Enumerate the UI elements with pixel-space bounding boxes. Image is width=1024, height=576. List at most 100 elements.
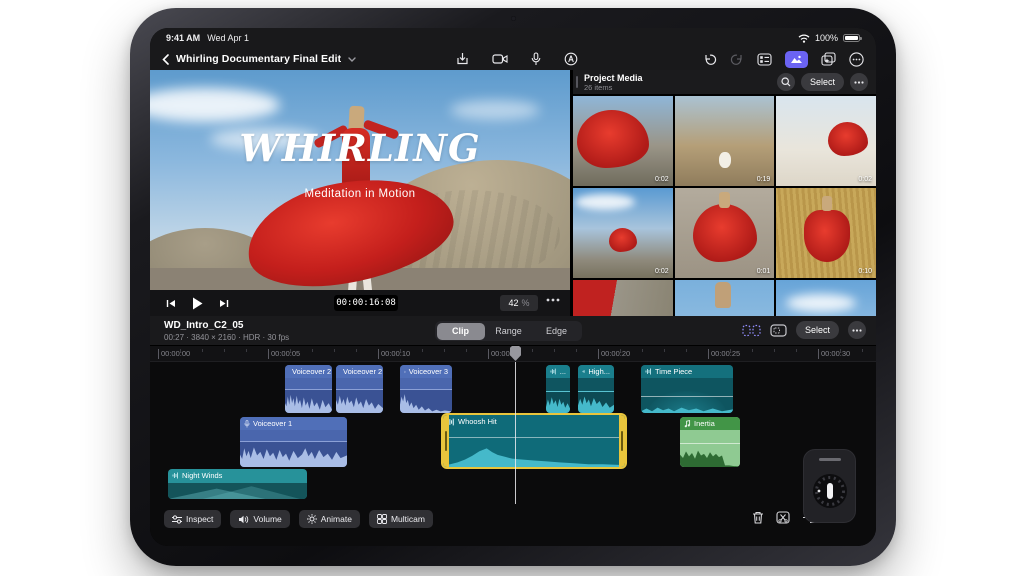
clip-duration: 0:02 bbox=[858, 176, 872, 183]
video-viewer[interactable]: WHIRLING Meditation in Motion bbox=[150, 70, 570, 290]
timeline-tracks[interactable]: Voiceover 2 Voiceover 2 Voiceover 3 bbox=[150, 362, 876, 504]
animate-icon bbox=[307, 514, 317, 524]
more-icon[interactable] bbox=[849, 52, 864, 67]
cloud bbox=[150, 88, 280, 122]
audio-fade-body bbox=[168, 483, 307, 499]
effects-icon[interactable] bbox=[821, 52, 836, 66]
multicam-icon bbox=[377, 514, 387, 524]
live-drawing-icon[interactable] bbox=[564, 52, 578, 66]
browser-icon[interactable] bbox=[757, 53, 772, 66]
clip-voiceover-2b[interactable]: Voiceover 2 bbox=[336, 365, 383, 413]
clip-voiceover-2[interactable]: Voiceover 2 bbox=[285, 365, 332, 413]
mode-edge[interactable]: Edge bbox=[533, 323, 581, 340]
battery-percent: 100% bbox=[815, 33, 838, 43]
title-overlay: WHIRLING bbox=[150, 126, 570, 170]
clip-label: Inertia bbox=[694, 419, 715, 428]
waveform-icon bbox=[172, 472, 179, 479]
camera-icon[interactable] bbox=[492, 53, 508, 65]
media-thumbnail[interactable]: 0:10 bbox=[776, 188, 876, 278]
snapping-icon[interactable] bbox=[742, 324, 761, 337]
front-camera bbox=[511, 16, 516, 21]
trim-handle-left[interactable] bbox=[443, 415, 449, 467]
media-thumbnail[interactable] bbox=[776, 280, 876, 316]
mic-icon bbox=[404, 368, 406, 376]
clip-label: Night Winds bbox=[182, 471, 222, 480]
ellipsis-icon bbox=[854, 81, 864, 84]
clip-voiceover-1[interactable]: Voiceover 1 bbox=[240, 417, 347, 467]
search-icon bbox=[781, 77, 791, 87]
clip-whoosh-hit[interactable]: Whoosh Hit bbox=[443, 415, 625, 467]
animate-button[interactable]: Animate bbox=[299, 510, 360, 528]
date: Wed Apr 1 bbox=[207, 33, 249, 43]
volume-button[interactable]: Volume bbox=[230, 510, 289, 528]
multicam-button[interactable]: Multicam bbox=[369, 510, 433, 528]
clip-voiceover-3[interactable]: Voiceover 3 bbox=[400, 365, 452, 413]
ruler-label: 00:00:05 bbox=[268, 349, 300, 359]
undo-icon[interactable] bbox=[703, 53, 717, 66]
clock: 9:41 AM bbox=[166, 33, 200, 43]
project-title[interactable]: Whirling Documentary Final Edit bbox=[176, 53, 341, 65]
clip-high-1[interactable]: ... bbox=[546, 365, 570, 413]
media-select-button[interactable]: Select bbox=[801, 73, 844, 91]
playhead-line[interactable] bbox=[515, 362, 516, 504]
wifi-icon bbox=[798, 34, 810, 43]
play-icon[interactable] bbox=[192, 297, 203, 310]
battery-icon bbox=[843, 34, 860, 42]
button-label: Animate bbox=[321, 514, 352, 524]
mode-clip[interactable]: Clip bbox=[437, 323, 485, 340]
trim-mode-icon[interactable] bbox=[770, 324, 787, 337]
selection-mode-control: Clip Range Edge bbox=[435, 321, 582, 341]
media-thumbnail[interactable]: 0:02 bbox=[573, 188, 673, 278]
viewer-more-icon[interactable] bbox=[546, 298, 560, 302]
export-icon[interactable] bbox=[456, 52, 469, 66]
jog-dial[interactable] bbox=[811, 472, 849, 510]
mode-range[interactable]: Range bbox=[485, 323, 533, 340]
jog-grab-handle[interactable] bbox=[819, 458, 841, 461]
trim-handle-right[interactable] bbox=[619, 415, 625, 467]
zoom-value: 42 bbox=[508, 298, 518, 308]
media-browser-icon[interactable] bbox=[785, 51, 808, 68]
media-thumbnail[interactable]: 0:02 bbox=[776, 96, 876, 186]
ruler-label: 00:00:20 bbox=[598, 349, 630, 359]
clip-duration: 0:01 bbox=[757, 268, 771, 275]
media-thumbnail[interactable]: 0:02 bbox=[573, 96, 673, 186]
trash-icon[interactable] bbox=[752, 511, 764, 524]
inspect-button[interactable]: Inspect bbox=[164, 510, 221, 528]
skip-back-icon[interactable] bbox=[166, 299, 176, 308]
media-thumbnail[interactable]: 0:19 bbox=[675, 96, 775, 186]
panel-grab-handle[interactable] bbox=[576, 76, 578, 88]
redo-icon[interactable] bbox=[730, 53, 744, 66]
media-thumbnail[interactable] bbox=[573, 280, 673, 316]
media-thumbnail[interactable] bbox=[675, 280, 775, 316]
clip-label: Voiceover 2 bbox=[292, 367, 331, 376]
ruler-label: 00:00:25 bbox=[708, 349, 740, 359]
waveform-icon bbox=[582, 368, 585, 375]
project-media-panel: Project Media 26 items Select bbox=[573, 70, 876, 316]
back-chevron-icon[interactable] bbox=[162, 54, 169, 65]
timeline-more-button[interactable] bbox=[848, 321, 866, 339]
clip-label: Voiceover 1 bbox=[253, 419, 292, 428]
button-label: Inspect bbox=[186, 514, 213, 524]
clip-high-2[interactable]: High... bbox=[578, 365, 614, 413]
jog-wheel-panel[interactable] bbox=[803, 449, 856, 523]
chevron-down-icon[interactable] bbox=[348, 57, 356, 62]
clip-inertia[interactable]: Inertia bbox=[680, 417, 740, 467]
media-thumbnail[interactable]: 0:01 bbox=[675, 188, 775, 278]
zoom-level[interactable]: 42 % bbox=[500, 295, 538, 311]
timecode-display[interactable]: 00:00:16:08 bbox=[334, 295, 398, 311]
inspect-icon bbox=[172, 515, 182, 524]
mic-icon[interactable] bbox=[531, 52, 541, 66]
media-more-button[interactable] bbox=[850, 73, 868, 91]
clip-night-winds[interactable]: Night Winds bbox=[168, 469, 307, 499]
top-bar: 9:41 AM Wed Apr 1 100% bbox=[150, 28, 876, 70]
timeline-footer: Inspect Volume Animate Multicam bbox=[150, 508, 876, 546]
timeline-section: WD_Intro_C2_05 00:27 · 3840 × 2160 · HDR… bbox=[150, 316, 876, 546]
skip-forward-icon[interactable] bbox=[219, 299, 229, 308]
timeline-select-button[interactable]: Select bbox=[796, 321, 839, 339]
blade-icon[interactable] bbox=[776, 511, 790, 524]
ruler-label: 00:00:10 bbox=[378, 349, 410, 359]
search-button[interactable] bbox=[777, 73, 795, 91]
status-bar: 9:41 AM Wed Apr 1 100% bbox=[150, 28, 876, 48]
timeline-clip-name: WD_Intro_C2_05 bbox=[164, 320, 243, 331]
clip-time-piece[interactable]: Time Piece bbox=[641, 365, 733, 413]
